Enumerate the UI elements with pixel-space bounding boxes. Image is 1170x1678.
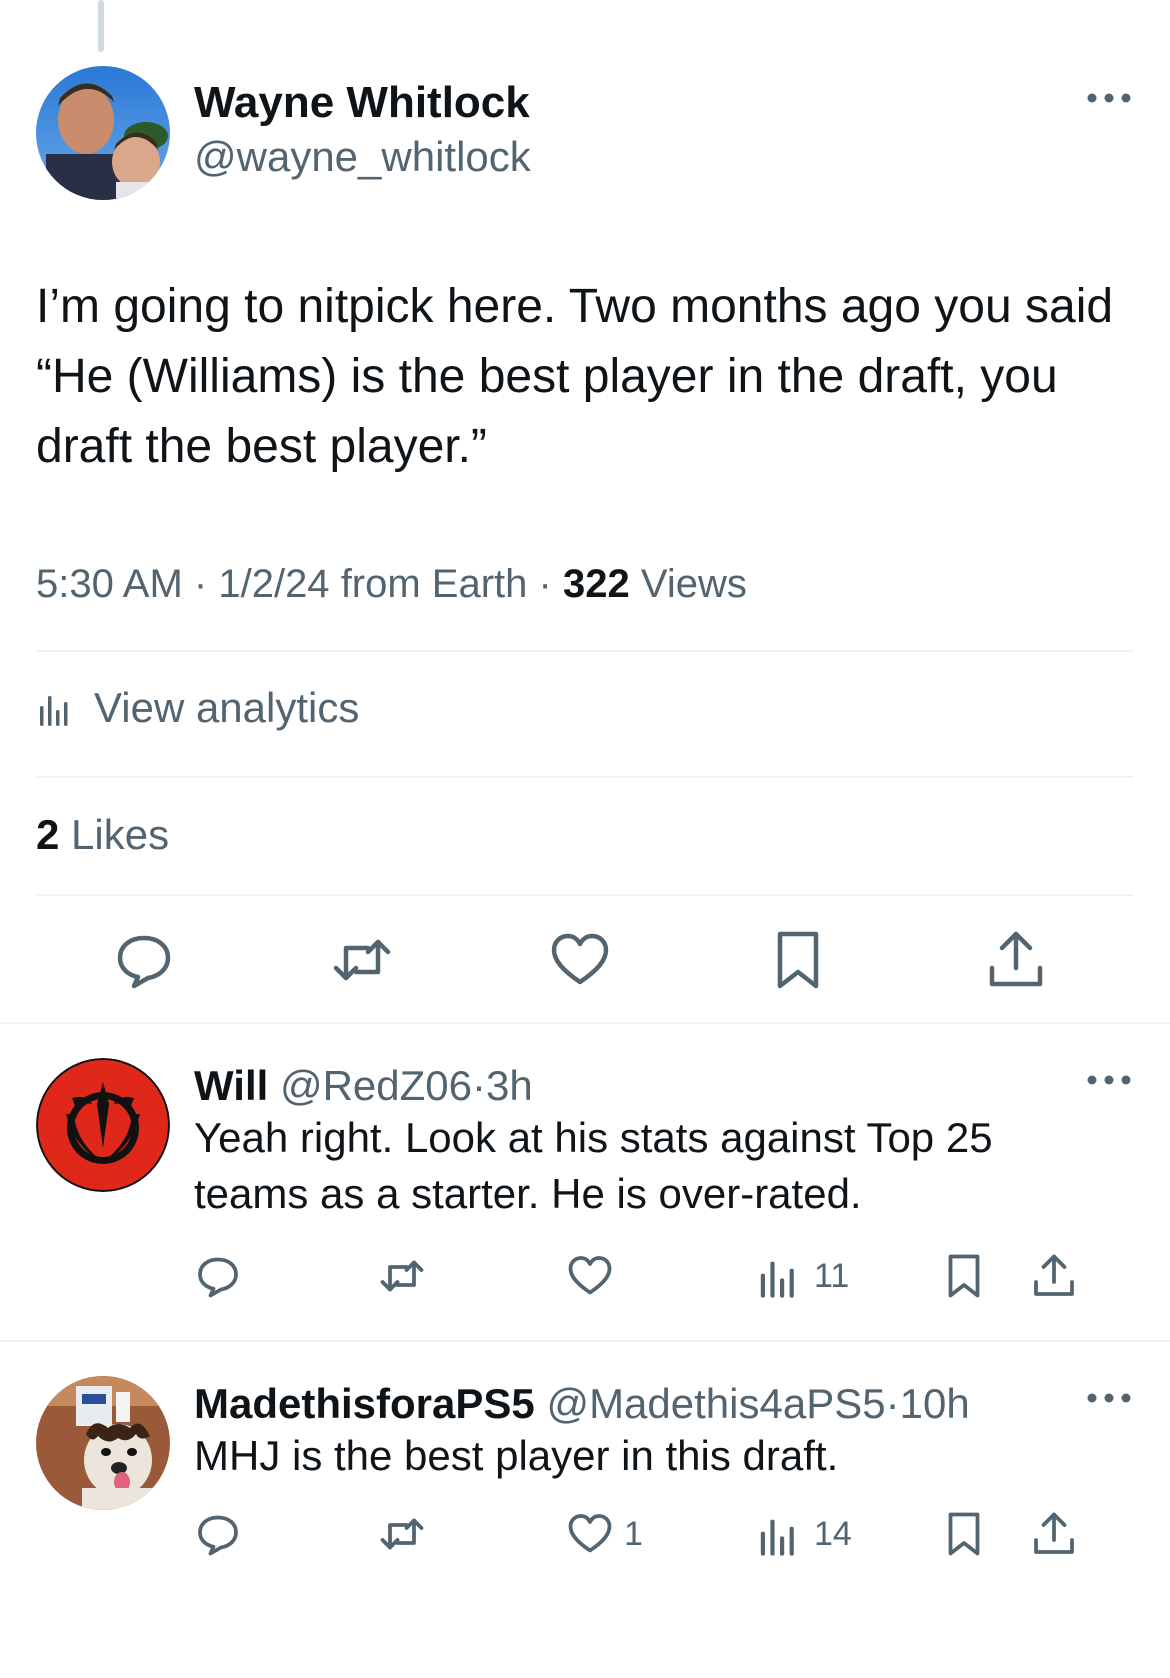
retweet-icon[interactable] [378,1506,426,1562]
analytics-icon [40,696,68,726]
author-avatar[interactable] [36,66,170,200]
tweet-time[interactable]: 5:30 AM [36,562,183,606]
bookmark-icon[interactable] [940,1506,988,1562]
reply-author-handle[interactable]: @RedZ06 [280,1062,472,1109]
reply-view-count: 11 [814,1256,850,1295]
more-icon[interactable] [1084,1388,1134,1408]
author-row: Wayne Whitlock @wayne_whitlock [36,66,1134,200]
likes-count: 2 [36,811,60,858]
reply-time[interactable]: 10h [900,1380,970,1427]
reply-header: MadethisforaPS5 @Madethis4aPS5·10h [194,1376,970,1432]
reply-item[interactable]: Will @RedZ06·3h Yeah right. Look at his … [36,1058,1134,1298]
like-icon[interactable] [566,1248,624,1304]
meta-separator: · [472,1062,487,1109]
divider [36,650,1134,652]
reply-icon[interactable] [194,1506,242,1562]
reply-item[interactable]: MadethisforaPS5 @Madethis4aPS5·10h MHJ i… [36,1376,1134,1606]
view-analytics-label: View analytics [94,684,360,731]
reply-time[interactable]: 3h [486,1062,533,1109]
retweet-icon[interactable] [330,928,394,992]
divider [36,776,1134,778]
share-icon[interactable] [984,928,1048,992]
likes-summary[interactable]: 2 Likes [36,808,169,862]
reply-text: MHJ is the best player in this draft. [194,1432,839,1479]
tweet-date[interactable]: 1/2/24 [218,562,329,606]
share-icon[interactable] [1030,1248,1078,1304]
meta-separator: · [193,562,208,606]
views-icon[interactable]: 11 [756,1248,849,1304]
meta-separator: · [538,562,552,606]
likes-label: Likes [71,811,170,858]
section-divider [0,1340,1170,1342]
reply-author-name[interactable]: Will [194,1062,268,1109]
reply-action-bar: 1 14 [194,1506,1134,1562]
bookmark-icon[interactable] [766,928,830,992]
reply-icon[interactable] [194,1248,242,1304]
like-icon[interactable]: 1 [566,1506,643,1562]
section-divider [0,1022,1170,1024]
views-icon[interactable]: 14 [756,1506,852,1562]
divider [36,894,1134,896]
reply-author-name[interactable]: MadethisforaPS5 [194,1380,535,1427]
reply-text: Yeah right. Look at his stats against To… [194,1114,993,1217]
views-count: 322 [562,562,630,606]
author-display-name[interactable]: Wayne Whitlock [194,76,531,130]
reply-avatar-rebel-icon[interactable] [36,1058,170,1192]
reply-view-count: 14 [814,1514,852,1553]
reply-action-bar: 11 [194,1248,1134,1304]
view-analytics-button[interactable]: View analytics [36,680,359,736]
views-label: Views [640,562,747,606]
tweet-meta: 5:30 AM · 1/2/24 from Earth · 322 Views [36,558,747,610]
reply-like-count: 1 [624,1514,643,1553]
bookmark-icon[interactable] [940,1248,988,1304]
tweet-text: I’m going to nitpick here. Two months ag… [36,280,1114,473]
like-icon[interactable] [548,928,612,992]
reply-author-handle[interactable]: @Madethis4aPS5 [546,1380,885,1427]
reply-icon[interactable] [112,928,176,992]
more-icon[interactable] [1084,88,1134,108]
author-handle[interactable]: @wayne_whitlock [194,130,531,184]
more-icon[interactable] [1084,1070,1134,1090]
reply-avatar-dog-photo[interactable] [36,1376,170,1510]
thread-connector-line [98,0,104,52]
author-info: Wayne Whitlock @wayne_whitlock [194,76,531,184]
meta-separator: · [885,1380,900,1427]
retweet-icon[interactable] [378,1248,426,1304]
tweet-action-bar [36,928,1134,992]
share-icon[interactable] [1030,1506,1078,1562]
reply-header: Will @RedZ06·3h [194,1058,533,1114]
tweet-source: from Earth [340,562,528,606]
